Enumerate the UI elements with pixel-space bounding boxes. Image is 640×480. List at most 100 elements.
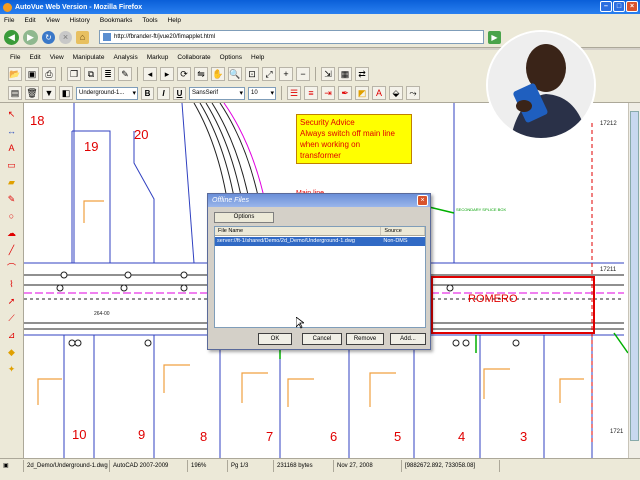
font-size-select[interactable]: 10 — [248, 86, 276, 100]
print-icon[interactable]: ⎙ — [42, 67, 56, 81]
security-advice-note[interactable]: Security Advice Always switch off main l… — [296, 114, 412, 164]
app-menu-analysis[interactable]: Analysis — [113, 54, 137, 61]
layer-icon[interactable]: ◧ — [59, 86, 73, 100]
polyline-tool-icon[interactable]: ⌇ — [5, 277, 19, 291]
fill-tool-icon[interactable]: ◆ — [5, 345, 19, 359]
column-source[interactable]: Source — [381, 227, 425, 235]
app-menu-manipulate[interactable]: Manipulate — [73, 54, 105, 61]
measure-tool-icon[interactable]: ⊿ — [5, 328, 19, 342]
stop-icon[interactable]: × — [59, 30, 72, 44]
copy-icon[interactable]: ❐ — [67, 67, 81, 81]
symbol-tool-icon[interactable]: ✦ — [5, 362, 19, 376]
browser-menu-file[interactable]: File — [4, 17, 14, 24]
app-menu-help[interactable]: Help — [251, 54, 264, 61]
go-arrow-icon[interactable]: ▶ — [488, 30, 501, 44]
arrow-tool-icon[interactable]: ➚ — [5, 294, 19, 308]
arrow-style-icon[interactable]: ⇥ — [321, 86, 335, 100]
column-file-name[interactable]: File Name — [215, 227, 382, 235]
zoom-in-icon[interactable]: + — [279, 67, 293, 81]
browser-menu-history[interactable]: History — [70, 17, 90, 24]
remove-button[interactable]: Remove — [346, 333, 384, 345]
filter-icon[interactable]: ▼ — [42, 86, 56, 100]
dialog-close-icon[interactable]: × — [417, 195, 428, 206]
scrollbar-thumb[interactable] — [630, 111, 639, 441]
bold-button[interactable]: B — [141, 86, 154, 100]
url-field[interactable]: http://fbrander-ft/jvue20/fimapplet.html — [99, 30, 484, 44]
open-file-icon[interactable]: 📂 — [8, 67, 22, 81]
app-menu-options[interactable]: Options — [220, 54, 242, 61]
reload-icon[interactable]: ↻ — [42, 30, 55, 44]
hyperlink-icon[interactable]: ⤳ — [406, 86, 420, 100]
home-icon[interactable]: ⌂ — [76, 30, 89, 44]
fit-page-icon[interactable]: ⤢ — [262, 67, 276, 81]
app-menu-file[interactable]: File — [10, 54, 20, 61]
line-tool-icon[interactable]: ╱ — [5, 243, 19, 257]
thumbnail-icon[interactable]: ▦ — [338, 67, 352, 81]
add-button[interactable]: Add... — [390, 333, 426, 345]
window-close-button[interactable]: × — [626, 1, 638, 12]
app-menu-markup[interactable]: Markup — [147, 54, 169, 61]
browser-menu-help[interactable]: Help — [168, 17, 181, 24]
circle-tool-icon[interactable]: ○ — [5, 209, 19, 223]
browser-menu-bookmarks[interactable]: Bookmarks — [100, 17, 133, 24]
text-tool-icon[interactable]: A — [5, 141, 19, 155]
stamp-icon[interactable]: ⬙ — [389, 86, 403, 100]
browser-menu-edit[interactable]: Edit — [24, 17, 35, 24]
page-next-icon[interactable]: ▸ — [160, 67, 174, 81]
rotate-icon[interactable]: ⟳ — [177, 67, 191, 81]
fill-color-icon[interactable]: ◩ — [355, 86, 369, 100]
app-menu-view[interactable]: View — [50, 54, 64, 61]
delete-icon[interactable]: 🗑 — [25, 86, 39, 100]
underline-button[interactable]: U — [173, 86, 186, 100]
dimension-icon[interactable]: ↔ — [5, 124, 19, 138]
layers-icon[interactable]: ≣ — [101, 67, 115, 81]
back-arrow-icon[interactable]: ◀ — [4, 29, 19, 45]
arc-tool-icon[interactable]: ⌒ — [5, 260, 19, 274]
browser-menu-tools[interactable]: Tools — [142, 17, 157, 24]
page-prev-icon[interactable]: ◂ — [143, 67, 157, 81]
app-menu-edit[interactable]: Edit — [29, 54, 40, 61]
italic-button[interactable]: I — [157, 86, 170, 100]
lot-number: 3 — [520, 429, 527, 444]
tab-options[interactable]: Options — [214, 212, 274, 223]
vertical-scrollbar[interactable] — [628, 103, 640, 458]
dialog-title: Offline Files — [212, 197, 249, 204]
zoom-window-icon[interactable]: ⊡ — [245, 67, 259, 81]
ok-button[interactable]: OK — [258, 333, 292, 345]
measure-icon[interactable]: ⇲ — [321, 67, 335, 81]
compare-icon[interactable]: ⧉ — [84, 67, 98, 81]
minimize-button[interactable]: – — [600, 1, 612, 12]
cloud-tool-icon[interactable]: ☁ — [5, 226, 19, 240]
font-select[interactable]: SansSerif — [189, 86, 245, 100]
select-arrow-icon[interactable]: ↖ — [5, 107, 19, 121]
forward-arrow-icon[interactable]: ▶ — [23, 29, 38, 45]
table-row[interactable]: server://ft-1/shared/Demo/2d_Demo/Underg… — [215, 237, 425, 246]
pen-tool-icon[interactable]: ✎ — [5, 192, 19, 206]
new-markup-icon[interactable]: ▤ — [8, 86, 22, 100]
zoom-out-icon[interactable]: − — [296, 67, 310, 81]
highlight-icon[interactable]: ▰ — [5, 175, 19, 189]
convert-icon[interactable]: ⇄ — [355, 67, 369, 81]
utility-node — [120, 284, 128, 292]
lot-number: 8 — [200, 429, 207, 444]
pan-hand-icon[interactable]: ✋ — [211, 67, 225, 81]
line-weight-icon[interactable]: ≡ — [304, 86, 318, 100]
save-icon[interactable]: ▣ — [25, 67, 39, 81]
maximize-button[interactable]: □ — [613, 1, 625, 12]
offline-file-list[interactable]: File Name Source server://ft-1/shared/De… — [214, 226, 426, 328]
zoom-icon[interactable]: 🔍 — [228, 67, 242, 81]
window-title: AutoVue Web Version - Mozilla Firefox — [15, 3, 143, 11]
text-color-icon[interactable]: A — [372, 86, 386, 100]
browser-menu-view[interactable]: View — [46, 17, 60, 24]
markup-tool-palette: ↖ ↔ A ▭ ▰ ✎ ○ ☁ ╱ ⌒ ⌇ ➚ ⟋ ⊿ ◆ ✦ — [0, 103, 24, 458]
markup-icon[interactable]: ✎ — [118, 67, 132, 81]
line-style-icon[interactable]: ☰ — [287, 86, 301, 100]
flip-icon[interactable]: ⇋ — [194, 67, 208, 81]
note-tool-icon[interactable]: ▭ — [5, 158, 19, 172]
dialog-titlebar[interactable]: Offline Files — [208, 194, 430, 207]
app-menu-collaborate[interactable]: Collaborate — [177, 54, 210, 61]
cancel-button[interactable]: Cancel — [302, 333, 342, 345]
line-color-icon[interactable]: ✒ — [338, 86, 352, 100]
layer-select[interactable]: Underground-1... — [76, 86, 138, 100]
leader-tool-icon[interactable]: ⟋ — [5, 311, 19, 325]
